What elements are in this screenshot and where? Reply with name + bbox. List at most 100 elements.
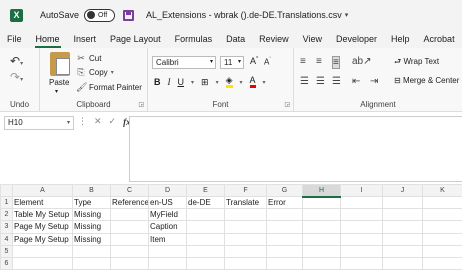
font-color-icon[interactable]: A xyxy=(249,76,256,88)
cell[interactable] xyxy=(186,208,225,222)
cell[interactable] xyxy=(186,220,225,234)
cell[interactable] xyxy=(186,256,225,270)
cell[interactable] xyxy=(382,208,423,222)
row-header[interactable]: 5 xyxy=(0,244,13,258)
dialog-launcher-icon[interactable]: ◲ xyxy=(284,101,290,108)
paste-chevron-icon[interactable]: ▾ xyxy=(55,88,58,95)
tab-file[interactable]: File xyxy=(0,30,29,48)
increase-indent-icon[interactable]: ⇥ xyxy=(370,76,378,87)
cell[interactable] xyxy=(382,220,423,234)
cell[interactable] xyxy=(186,244,225,258)
decrease-indent-icon[interactable]: ⇤ xyxy=(352,76,360,87)
cell[interactable]: Item xyxy=(148,232,187,246)
tab-developer[interactable]: Developer xyxy=(329,30,384,48)
cell[interactable] xyxy=(422,208,462,222)
cell[interactable] xyxy=(72,256,111,270)
cell[interactable] xyxy=(302,208,341,222)
column-header[interactable]: G xyxy=(266,183,303,198)
cell[interactable]: Table My Setup xyxy=(12,208,73,222)
bold-icon[interactable]: B xyxy=(154,77,161,87)
row-header[interactable]: 2 xyxy=(0,208,13,222)
cell[interactable] xyxy=(72,244,111,258)
row-header[interactable]: 6 xyxy=(0,256,13,270)
paste-icon[interactable] xyxy=(50,52,70,76)
cell[interactable] xyxy=(224,256,267,270)
tab-home[interactable]: Home xyxy=(29,30,67,48)
dialog-launcher-icon[interactable]: ◲ xyxy=(138,101,144,108)
cell[interactable] xyxy=(148,244,187,258)
cell[interactable] xyxy=(302,220,341,234)
cell[interactable]: Translate xyxy=(224,196,267,210)
select-all-corner[interactable] xyxy=(0,183,13,198)
row-header[interactable]: 4 xyxy=(0,232,13,246)
tab-page-layout[interactable]: Page Layout xyxy=(103,30,168,48)
italic-icon[interactable]: I xyxy=(168,77,171,87)
increase-font-size-icon[interactable]: A^ xyxy=(250,56,258,66)
redo-icon[interactable]: ↷▾ xyxy=(10,70,23,84)
row-header[interactable]: 1 xyxy=(0,196,13,210)
wrap-text-button[interactable]: ⮐ Wrap Text xyxy=(394,56,439,70)
cell[interactable] xyxy=(302,232,341,246)
cell[interactable] xyxy=(302,244,341,258)
cell[interactable] xyxy=(224,208,267,222)
cell[interactable] xyxy=(422,220,462,234)
chevron-down-icon[interactable]: ▾ xyxy=(216,79,219,86)
cell[interactable] xyxy=(110,220,149,234)
column-header[interactable]: F xyxy=(224,183,267,198)
chevron-down-icon[interactable]: ▾ xyxy=(345,11,349,19)
align-right-icon[interactable]: ☰ xyxy=(332,76,341,87)
column-header[interactable]: C xyxy=(110,183,149,198)
underline-icon[interactable]: U xyxy=(178,77,185,87)
column-header[interactable]: I xyxy=(340,183,383,198)
tab-data[interactable]: Data xyxy=(219,30,252,48)
cell[interactable] xyxy=(12,256,73,270)
tab-review[interactable]: Review xyxy=(252,30,296,48)
cell[interactable] xyxy=(422,256,462,270)
chevron-down-icon[interactable]: ▾ xyxy=(263,79,266,86)
cell[interactable]: en-US xyxy=(148,196,187,210)
cell[interactable] xyxy=(382,196,423,210)
cut-button[interactable]: ✂ Cut xyxy=(76,53,101,64)
cell[interactable] xyxy=(186,232,225,246)
row-header[interactable]: 3 xyxy=(0,220,13,234)
cell[interactable] xyxy=(302,256,341,270)
cell[interactable] xyxy=(266,244,303,258)
cell[interactable] xyxy=(224,244,267,258)
cell[interactable]: Caption xyxy=(148,220,187,234)
cell[interactable] xyxy=(382,232,423,246)
cancel-icon[interactable]: ✕ xyxy=(94,116,102,127)
enter-icon[interactable]: ✓ xyxy=(109,116,117,127)
cell[interactable] xyxy=(422,196,462,210)
cell[interactable] xyxy=(382,256,423,270)
align-left-icon[interactable]: ☰ xyxy=(300,76,309,87)
chevron-down-icon[interactable]: ▾ xyxy=(191,79,194,86)
copy-button[interactable]: ⎘ Copy ▾ xyxy=(76,67,113,78)
tab-view[interactable]: View xyxy=(296,30,329,48)
undo-icon[interactable]: ↶▾ xyxy=(10,54,23,68)
column-header[interactable]: K xyxy=(422,183,462,198)
cell[interactable] xyxy=(148,256,187,270)
cell[interactable]: MyField xyxy=(148,208,187,222)
cell[interactable]: Reference xyxy=(110,196,149,210)
cell[interactable] xyxy=(340,244,383,258)
column-header[interactable]: D xyxy=(148,183,187,198)
cell[interactable] xyxy=(110,208,149,222)
decrease-font-size-icon[interactable]: Aˇ xyxy=(264,57,271,67)
align-center-icon[interactable]: ☰ xyxy=(316,76,325,87)
tab-formulas[interactable]: Formulas xyxy=(168,30,220,48)
cell[interactable] xyxy=(340,196,383,210)
cell[interactable] xyxy=(340,232,383,246)
cell[interactable] xyxy=(224,232,267,246)
chevron-down-icon[interactable]: ▾ xyxy=(240,79,243,86)
cell[interactable] xyxy=(382,244,423,258)
tab-insert[interactable]: Insert xyxy=(67,30,104,48)
orientation-icon[interactable]: ab↗ xyxy=(352,56,372,67)
align-middle-icon[interactable]: ≡ xyxy=(316,56,322,67)
cell[interactable]: Error xyxy=(266,196,303,210)
merge-center-button[interactable]: ⊟ Merge & Center ▾ xyxy=(394,76,462,85)
cell[interactable] xyxy=(302,196,341,210)
autosave-toggle[interactable]: Off xyxy=(84,8,116,22)
cell[interactable] xyxy=(422,244,462,258)
format-painter-button[interactable]: 🖌 Format Painter xyxy=(76,82,142,93)
column-header-selected[interactable]: H xyxy=(302,183,341,198)
